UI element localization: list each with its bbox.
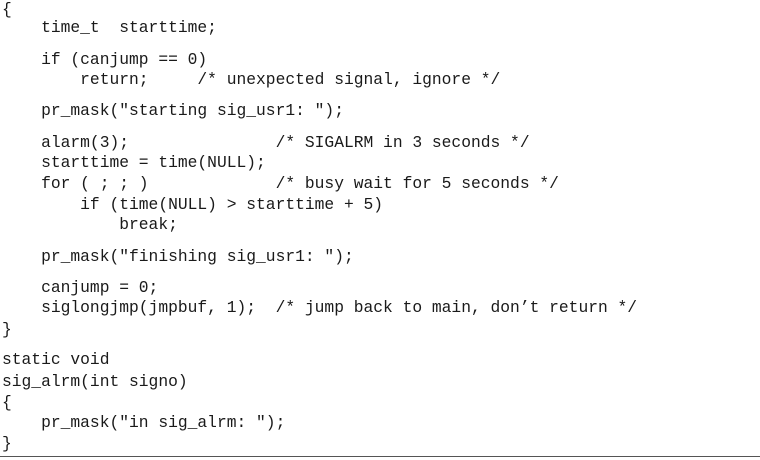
code-listing: { time_t starttime; if (canjump == 0) re… — [2, 0, 758, 453]
code-line: break; — [2, 215, 178, 234]
code-line: { — [2, 393, 12, 412]
code-line: pr_mask("finishing sig_usr1: "); — [2, 247, 354, 266]
code-line: if (time(NULL) > starttime + 5) — [2, 195, 384, 214]
code-line: } — [2, 434, 12, 453]
code-line: for ( ; ; ) /* busy wait for 5 seconds *… — [2, 174, 559, 193]
code-line: static void — [2, 350, 110, 369]
bottom-rule-divider — [0, 456, 760, 457]
code-line: sig_alrm(int signo) — [2, 372, 188, 391]
code-line: canjump = 0; — [2, 278, 159, 297]
code-line: if (canjump == 0) — [2, 50, 208, 69]
code-line: { — [2, 0, 12, 19]
code-line: alarm(3); /* SIGALRM in 3 seconds */ — [2, 133, 530, 152]
code-line: return; /* unexpected signal, ignore */ — [2, 70, 501, 89]
code-line: pr_mask("starting sig_usr1: "); — [2, 101, 344, 120]
code-line: siglongjmp(jmpbuf, 1); /* jump back to m… — [2, 298, 638, 317]
code-line: pr_mask("in sig_alrm: "); — [2, 413, 286, 432]
code-line: starttime = time(NULL); — [2, 153, 266, 172]
code-line: } — [2, 320, 12, 339]
code-line: time_t starttime; — [2, 18, 217, 37]
